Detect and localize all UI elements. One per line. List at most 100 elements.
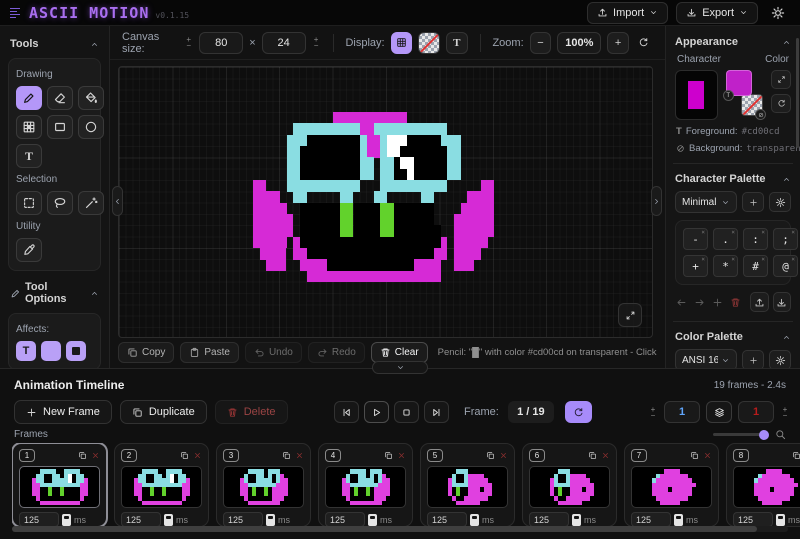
tool-ellipse[interactable] xyxy=(78,115,104,139)
color-palette-header[interactable]: Color Palette xyxy=(675,331,791,343)
drawing-canvas[interactable] xyxy=(118,66,653,338)
canvas-height-input[interactable]: 24 xyxy=(262,32,306,54)
frame-size-slider[interactable] xyxy=(713,433,769,436)
tools-section-header[interactable]: Tools xyxy=(10,38,99,50)
display-grid-toggle[interactable] xyxy=(391,32,413,54)
frame-duration-input[interactable]: 125 xyxy=(427,512,467,527)
frame-thumbnail[interactable] xyxy=(223,466,304,508)
duplicate-frame-icon[interactable] xyxy=(588,451,597,460)
tool-eyedropper[interactable] xyxy=(16,238,42,262)
appearance-header[interactable]: Appearance xyxy=(675,36,791,48)
first-frame-button[interactable] xyxy=(334,401,359,423)
zoom-value[interactable]: 100% xyxy=(557,32,601,54)
delete-frame-icon[interactable] xyxy=(499,451,508,460)
canvas-expand-button[interactable] xyxy=(618,303,642,327)
duplicate-frame-icon[interactable] xyxy=(792,451,800,460)
timeline-collapse-handle[interactable] xyxy=(372,361,428,374)
character-preview[interactable] xyxy=(675,70,718,120)
duplicate-frame-icon[interactable] xyxy=(78,451,87,460)
onion-next-count[interactable]: 1 xyxy=(738,401,774,423)
frame-card[interactable]: 6 125 ms xyxy=(522,443,617,527)
frame-card[interactable]: 1 125 ms xyxy=(12,443,107,527)
tool-rectangle[interactable] xyxy=(47,115,73,139)
frame-thumbnail[interactable] xyxy=(121,466,202,508)
frame-thumbnail[interactable] xyxy=(325,466,406,508)
palette-import-button[interactable] xyxy=(773,292,791,312)
onion-prev-stepper[interactable]: +− xyxy=(648,407,658,418)
frames-scrollbar[interactable] xyxy=(12,526,788,532)
clear-button[interactable]: Clear xyxy=(371,342,428,363)
palette-delete-char-button[interactable] xyxy=(729,294,743,311)
zoom-reset-button[interactable] xyxy=(635,32,653,54)
swap-colors-button[interactable] xyxy=(771,70,791,89)
character-key[interactable]: ×# xyxy=(743,255,768,277)
frame-thumbnail[interactable] xyxy=(733,466,800,508)
duplicate-frame-icon[interactable] xyxy=(486,451,495,460)
frame-thumbnail[interactable] xyxy=(529,466,610,508)
tool-text[interactable]: T xyxy=(16,144,42,168)
delete-frame-button[interactable]: Delete xyxy=(215,400,288,424)
palette-prev-button[interactable] xyxy=(675,294,689,311)
tool-options-header[interactable]: Tool Options xyxy=(10,281,99,305)
last-frame-button[interactable] xyxy=(424,401,449,423)
canvas-width-input[interactable]: 80 xyxy=(199,32,243,54)
stop-button[interactable] xyxy=(394,401,419,423)
frame-card[interactable]: 8 125 ms xyxy=(726,443,800,527)
display-transparency-toggle[interactable] xyxy=(418,32,440,54)
play-button[interactable] xyxy=(364,401,389,423)
delete-frame-icon[interactable] xyxy=(397,451,406,460)
affects-palette-badge[interactable] xyxy=(41,341,61,361)
character-key[interactable]: ×- xyxy=(683,228,708,250)
duplicate-frame-button[interactable]: Duplicate xyxy=(120,400,207,424)
delete-frame-icon[interactable] xyxy=(193,451,202,460)
onion-prev-count[interactable]: 1 xyxy=(664,401,700,423)
collapse-right-panel-handle[interactable] xyxy=(651,186,662,216)
slider-thumb[interactable] xyxy=(759,430,769,440)
tool-paint-bucket[interactable] xyxy=(78,86,104,110)
frame-thumbnail[interactable] xyxy=(19,466,100,508)
width-stepper[interactable]: +− xyxy=(184,37,193,48)
character-key[interactable]: ×+ xyxy=(683,255,708,277)
character-key[interactable]: ×; xyxy=(773,228,798,250)
reset-colors-button[interactable] xyxy=(771,94,791,113)
character-key[interactable]: ×@ xyxy=(773,255,798,277)
affects-fill-badge[interactable] xyxy=(66,341,86,361)
frame-thumbnail[interactable] xyxy=(631,466,712,508)
frame-card[interactable]: 3 125 ms xyxy=(216,443,311,527)
frame-card[interactable]: 4 125 ms xyxy=(318,443,413,527)
theme-toggle-button[interactable] xyxy=(766,2,790,24)
collapse-left-panel-handle[interactable] xyxy=(112,186,123,216)
zoom-in-button[interactable]: + xyxy=(607,32,629,54)
redo-button[interactable]: Redo xyxy=(308,342,365,363)
palette-add-char-button[interactable] xyxy=(711,294,725,311)
character-key[interactable]: ×: xyxy=(743,228,768,250)
copy-button[interactable]: Copy xyxy=(118,342,174,363)
frame-duration-input[interactable]: 125 xyxy=(733,512,773,527)
paste-button[interactable]: Paste xyxy=(180,342,239,363)
tool-fill-grid[interactable] xyxy=(16,115,42,139)
delete-frame-icon[interactable] xyxy=(295,451,304,460)
tool-lasso[interactable] xyxy=(47,191,73,215)
character-palette-select[interactable]: Minimal ASC xyxy=(675,191,737,213)
delete-frame-icon[interactable] xyxy=(91,451,100,460)
onion-next-stepper[interactable]: +− xyxy=(780,407,790,418)
add-color-palette-button[interactable] xyxy=(742,350,764,370)
affects-text-badge[interactable]: T xyxy=(16,341,36,361)
character-palette-settings-button[interactable] xyxy=(769,192,791,212)
palette-export-button[interactable] xyxy=(750,292,768,312)
duplicate-frame-icon[interactable] xyxy=(282,451,291,460)
duplicate-frame-icon[interactable] xyxy=(180,451,189,460)
frame-duration-input[interactable]: 125 xyxy=(121,512,161,527)
frame-card[interactable]: 7 125 ms xyxy=(624,443,719,527)
frame-thumbnail[interactable] xyxy=(427,466,508,508)
sidebar-scrollbar[interactable] xyxy=(796,38,799,148)
tool-select-rect[interactable] xyxy=(16,191,42,215)
color-palette-settings-button[interactable] xyxy=(769,350,791,370)
duplicate-frame-icon[interactable] xyxy=(384,451,393,460)
tool-magic-wand[interactable] xyxy=(78,191,104,215)
new-frame-button[interactable]: New Frame xyxy=(14,400,112,424)
palette-next-button[interactable] xyxy=(693,294,707,311)
character-key[interactable]: ×. xyxy=(713,228,738,250)
add-character-palette-button[interactable] xyxy=(742,192,764,212)
frame-card[interactable]: 5 125 ms xyxy=(420,443,515,527)
